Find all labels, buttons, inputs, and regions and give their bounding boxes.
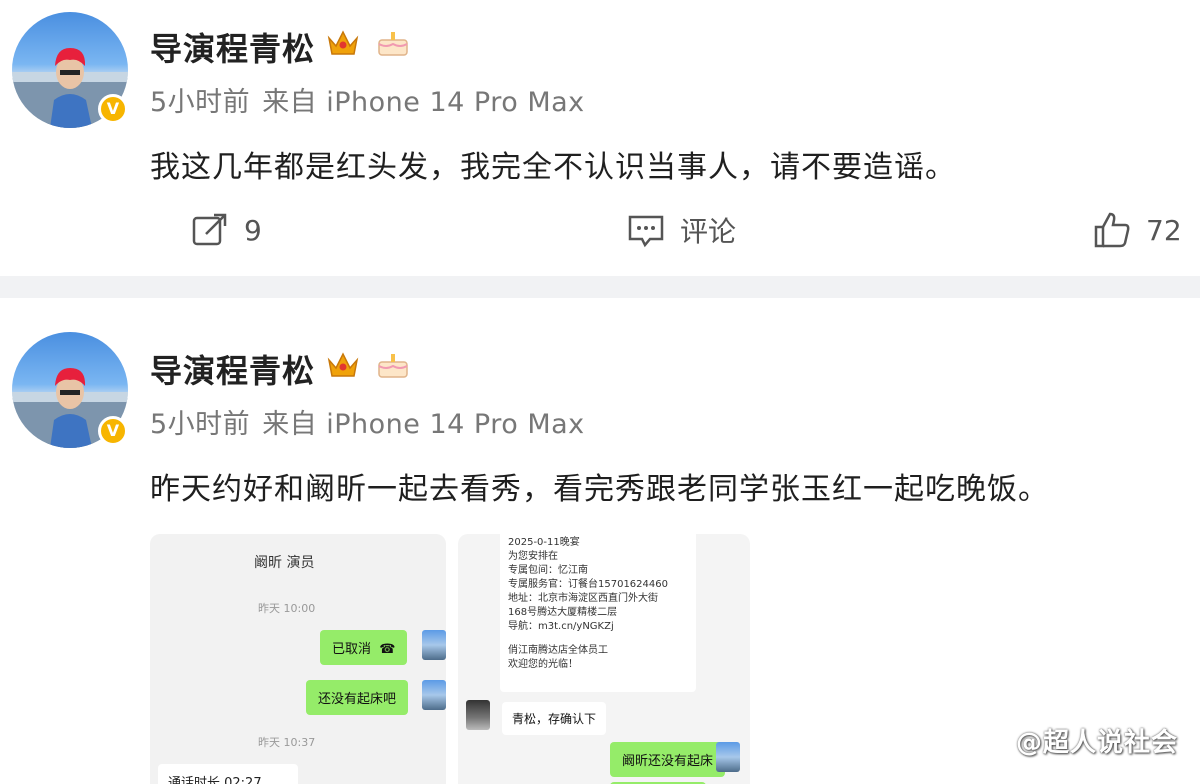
chat-avatar <box>716 742 740 772</box>
chat-bubble: 还没有起床吧 <box>306 680 409 715</box>
birthday-badge-icon <box>378 32 408 56</box>
chat-avatar <box>422 630 446 660</box>
chat-avatar <box>466 700 490 730</box>
repost-count: 9 <box>244 213 262 247</box>
notice-line: 2025-0-11晚宴 <box>508 537 580 548</box>
weibo-post-1: V 导演程青松 5小时前 来自 iPhone 14 Pro Max 我这几年都是红… <box>0 0 1200 276</box>
post-time: 5小时前 <box>150 87 251 118</box>
post-text: 我这几年都是红头发，我完全不认识当事人，请不要造谣。 <box>150 150 956 185</box>
attached-image-2[interactable]: 2025-0-11晚宴 为您安排在 专属包间：忆江南 专属服务官：订餐台1570… <box>458 534 750 784</box>
notice-line: 专属包间：忆江南 <box>508 565 588 576</box>
notice-line <box>508 634 688 644</box>
notice-line: 欢迎您的光临！ <box>508 659 578 670</box>
post-divider <box>0 276 1200 298</box>
like-button[interactable]: 72 <box>1092 210 1182 250</box>
thumbs-up-icon <box>1094 212 1130 248</box>
post-text: 昨天约好和阚昕一起去看秀，看完秀跟老同学张玉红一起吃晚饭。 <box>150 472 1049 507</box>
chat-title: 阚昕 演员 <box>254 555 315 571</box>
verified-badge-icon: V <box>98 416 128 446</box>
comment-label: 评论 <box>680 215 737 248</box>
call-record: 通话时长 02:27 <box>158 764 298 784</box>
notice-line: 专属服务官：订餐台15701624460 <box>508 579 668 590</box>
repost-button[interactable]: 9 <box>190 210 262 250</box>
chat-bubble: 阚昕还没有起床 <box>610 742 726 777</box>
weibo-post-2: V 导演程青松 5小时前 来自 iPhone 14 Pro Max 昨天约好和阚昕… <box>0 298 1200 784</box>
post-time: 5小时前 <box>150 409 251 440</box>
chat-timestamp: 昨天 10:37 <box>258 736 316 749</box>
notice-line: 地址：北京市海淀区西直门外大街 <box>508 593 658 604</box>
share-icon <box>192 213 227 246</box>
like-count: 72 <box>1146 213 1182 247</box>
crown-badge-icon <box>327 30 359 55</box>
watermark: @超人说社会 <box>1015 728 1178 758</box>
username[interactable]: 导演程青松 <box>150 24 315 70</box>
notice-line: 为您安排在 <box>508 551 558 562</box>
post-source: 来自 iPhone 14 Pro Max <box>262 87 585 118</box>
verified-badge-icon: V <box>98 94 128 124</box>
chat-bubble: 青松，存确认下 <box>502 702 607 735</box>
crown-badge-icon <box>327 352 359 377</box>
chat-timestamp: 昨天 10:00 <box>258 602 316 615</box>
comment-icon <box>628 215 664 248</box>
attached-image-1[interactable]: 阚昕 演员 昨天 10:00 已取消 ☎ 还没有起床吧 昨天 10:37 通话时… <box>150 534 446 784</box>
notice-line: 168号腾达大厦精楼二层 <box>508 607 618 618</box>
notice-line: 导航：m3t.cn/yNGKZj <box>508 621 614 632</box>
birthday-badge-icon <box>378 354 408 378</box>
chat-bubble: 已取消 ☎ <box>320 630 408 665</box>
username[interactable]: 导演程青松 <box>150 346 315 392</box>
post-source: 来自 iPhone 14 Pro Max <box>262 409 585 440</box>
notice-line: 俏江南腾达店全体员工 <box>508 645 608 656</box>
reservation-notice: 2025-0-11晚宴 为您安排在 专属包间：忆江南 专属服务官：订餐台1570… <box>500 534 696 692</box>
post-meta: 5小时前 来自 iPhone 14 Pro Max <box>150 80 597 119</box>
post-meta: 5小时前 来自 iPhone 14 Pro Max <box>150 402 597 441</box>
comment-button[interactable]: 评论 <box>626 210 736 250</box>
chat-avatar <box>422 680 446 710</box>
